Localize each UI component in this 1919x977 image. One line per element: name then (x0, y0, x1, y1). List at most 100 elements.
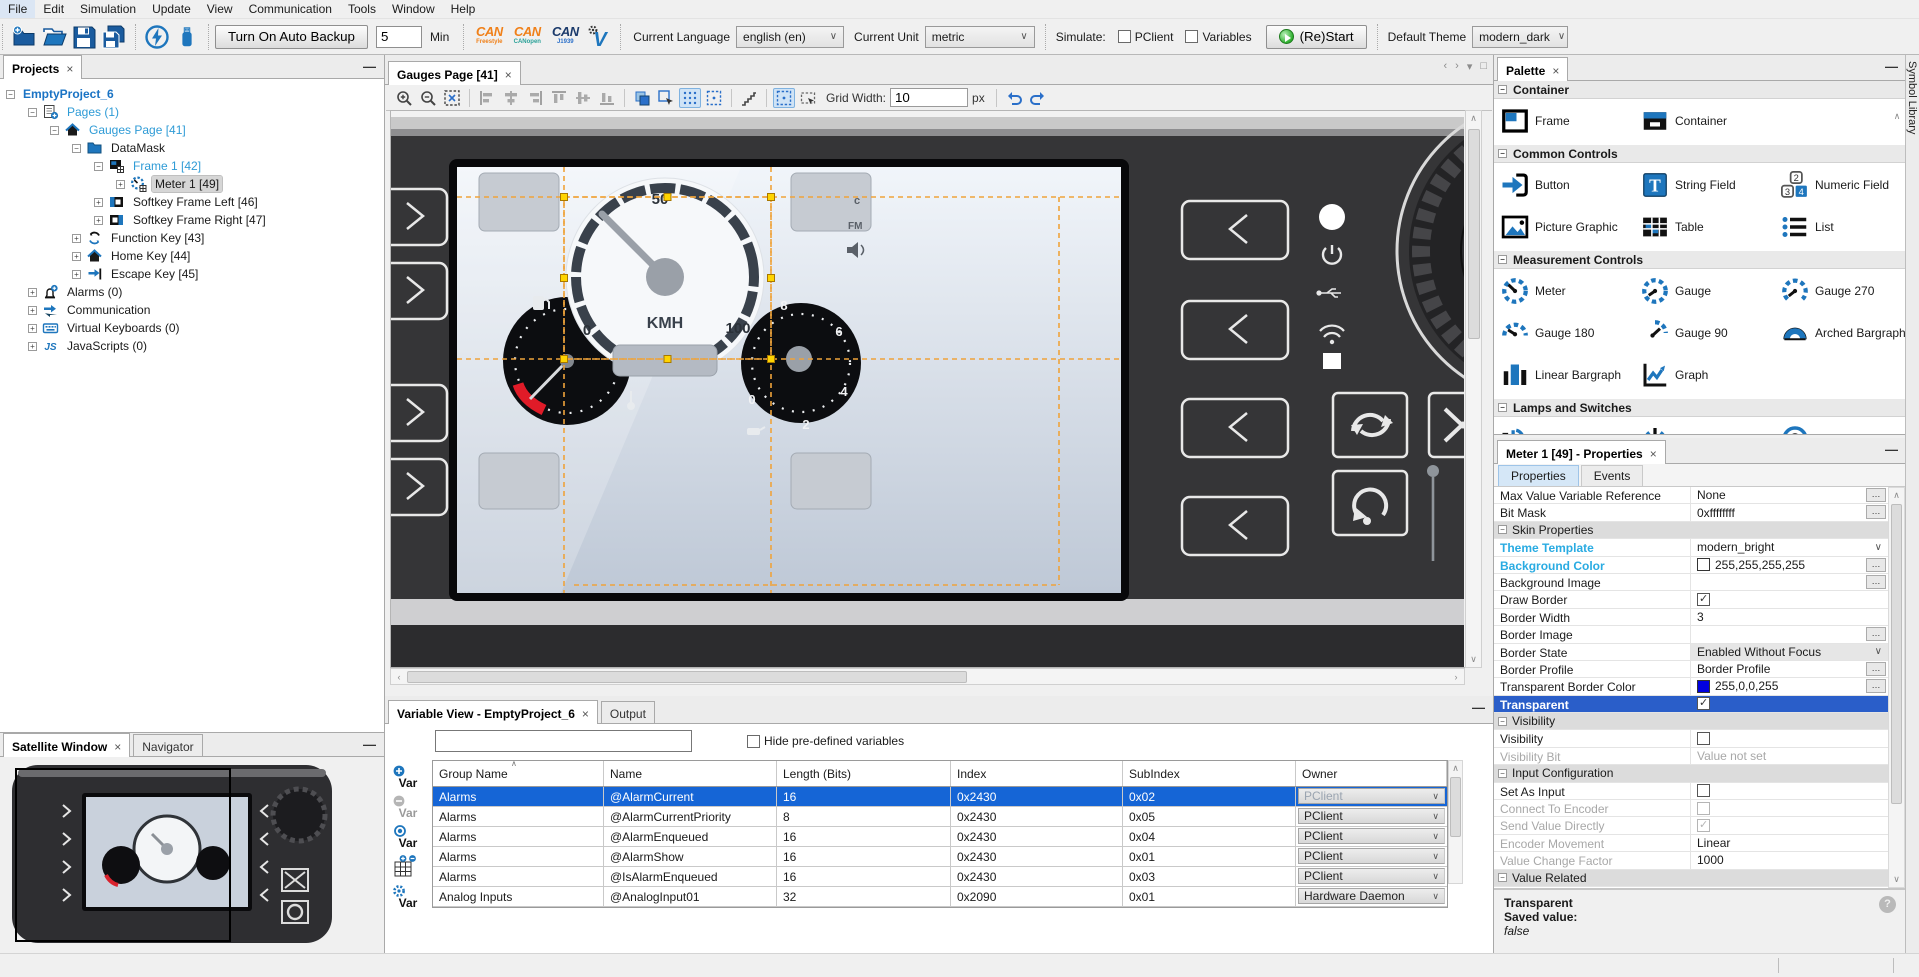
property-row[interactable]: − Set As Input … ∨ (1494, 783, 1888, 800)
menu-item[interactable]: Help (443, 0, 484, 18)
property-row[interactable]: − Connect To Encoder … ∨ (1494, 800, 1888, 817)
tree-item[interactable]: + Softkey Frame Right [47] (0, 211, 384, 229)
column-header[interactable]: Index (951, 761, 1123, 786)
property-section-header[interactable]: − Visibility (1494, 713, 1888, 729)
tree-expander-icon[interactable]: + (72, 252, 81, 261)
tree-expander-icon[interactable]: + (28, 342, 37, 351)
variable-settings-icon[interactable] (584, 23, 614, 51)
property-value[interactable]: modern_bright (1697, 540, 1774, 554)
property-checkbox[interactable] (1697, 697, 1710, 710)
tab-gauges-page[interactable]: Gauges Page [41]× (388, 61, 521, 85)
palette-section-header[interactable]: − Lamps and Switches (1494, 399, 1906, 417)
scrollbar-thumb[interactable] (1891, 504, 1902, 804)
tree-expander-icon[interactable]: + (116, 180, 125, 189)
property-value[interactable]: 1000 (1697, 853, 1724, 867)
property-checkbox[interactable] (1697, 593, 1710, 606)
tree-expander-icon[interactable]: − (6, 90, 15, 99)
palette-section-header[interactable]: − Container (1494, 81, 1906, 99)
minimize-icon[interactable]: — (363, 59, 376, 74)
save-icon[interactable] (69, 23, 99, 51)
tree-item[interactable]: − Gauges Page [41] (0, 121, 384, 139)
property-row[interactable]: − Border State Enabled Without Focus … ∨ (1494, 644, 1888, 661)
grid-frame-icon[interactable] (703, 88, 725, 108)
update-device-icon[interactable] (142, 23, 172, 51)
scroll-right-icon[interactable]: › (1448, 672, 1464, 682)
palette-item[interactable]: List (1780, 209, 1902, 245)
table-row[interactable]: Alarms @AlarmCurrent 16 0x2430 0x02 PCli… (433, 787, 1447, 807)
color-swatch[interactable] (1697, 558, 1710, 571)
tree-item[interactable]: + Escape Key [45] (0, 265, 384, 283)
minimize-icon[interactable]: — (363, 737, 376, 752)
can-protocol-icon[interactable]: CAN CANopen (508, 27, 546, 47)
palette-item[interactable]: Picture Graphic (1500, 209, 1640, 245)
property-value[interactable]: 255,255,255,255 (1715, 558, 1805, 572)
ellipsis-button[interactable]: … (1866, 575, 1886, 589)
property-checkbox[interactable] (1697, 732, 1710, 745)
property-section-header[interactable]: − Skin Properties (1494, 522, 1888, 538)
owner-dropdown[interactable]: PClient∨ (1298, 808, 1445, 824)
tree-item[interactable]: − EmptyProject_6 (0, 85, 384, 103)
tree-expander-icon[interactable]: + (28, 288, 37, 297)
tree-item[interactable]: + Communication (0, 301, 384, 319)
zoom-in-icon[interactable] (393, 88, 415, 108)
property-row[interactable]: − Input Configuration … ∨ (1494, 765, 1888, 782)
scroll-up-icon[interactable]: ∧ (1466, 113, 1481, 124)
simulate-pclient-checkbox[interactable]: PClient (1118, 30, 1174, 44)
menu-item[interactable]: View (199, 0, 241, 18)
chevron-down-icon[interactable]: ∨ (1875, 646, 1882, 657)
table-row[interactable]: Analog Inputs @AnalogInput01 32 0x2090 0… (433, 887, 1447, 907)
property-row[interactable]: − Skin Properties … ∨ (1494, 522, 1888, 539)
property-row[interactable]: − Value Related … ∨ (1494, 870, 1888, 887)
property-value[interactable]: 3 (1697, 610, 1704, 624)
property-checkbox[interactable] (1697, 802, 1710, 815)
ellipsis-button[interactable]: … (1866, 627, 1886, 641)
simulate-variables-checkbox[interactable]: Variables (1185, 30, 1251, 44)
bring-to-front-icon[interactable] (631, 88, 653, 108)
palette-item[interactable]: Push Switch (1780, 421, 1902, 435)
column-header[interactable]: Length (Bits) (777, 761, 951, 786)
remove-variable-icon[interactable] (391, 792, 431, 822)
tree-item[interactable]: − DataMask (0, 139, 384, 157)
property-checkbox[interactable] (1697, 819, 1710, 832)
align-center-icon[interactable] (500, 88, 522, 108)
align-middle-icon[interactable] (572, 88, 594, 108)
close-icon[interactable]: × (1650, 447, 1657, 461)
palette-item[interactable]: Linear Bargraph (1500, 357, 1640, 393)
scroll-up-icon[interactable]: ∧ (1889, 490, 1904, 501)
tree-expander-icon[interactable]: + (72, 270, 81, 279)
tree-item[interactable]: + Softkey Frame Left [46] (0, 193, 384, 211)
tab-meter-properties[interactable]: Meter 1 [49] - Properties× (1497, 440, 1666, 464)
palette-item[interactable]: Gauge (1640, 273, 1780, 309)
table-vertical-scrollbar[interactable]: ∧ (1448, 760, 1463, 884)
property-row[interactable]: − Visibility Bit Value not set … ∨ (1494, 748, 1888, 765)
palette-item[interactable]: Gauge 270 (1780, 273, 1906, 309)
tab-navigator[interactable]: Navigator (133, 734, 202, 756)
tree-item[interactable]: + Alarms (0) (0, 283, 384, 301)
table-row[interactable]: Alarms @AlarmCurrentPriority 8 0x2430 0x… (433, 807, 1447, 827)
ellipsis-button[interactable]: … (1866, 505, 1886, 519)
owner-dropdown[interactable]: PClient∨ (1298, 828, 1445, 844)
minimize-icon[interactable]: — (1885, 442, 1898, 457)
menu-item[interactable]: File (0, 0, 35, 18)
redo-icon[interactable] (1027, 88, 1049, 108)
property-row[interactable]: − Visibility … ∨ (1494, 713, 1888, 730)
edit-variable-table-icon[interactable] (391, 852, 431, 882)
satellite-preview[interactable] (0, 757, 384, 953)
collapse-icon[interactable]: − (1498, 85, 1507, 94)
property-row[interactable]: − Transparent … ∨ (1494, 696, 1888, 713)
usb-icon[interactable] (172, 23, 202, 51)
scroll-down-icon[interactable]: ∨ (1889, 874, 1904, 885)
tab-scroll-left-icon[interactable]: ‹ (1443, 60, 1447, 73)
table-row[interactable]: Alarms @AlarmShow 16 0x2430 0x01 PClient… (433, 847, 1447, 867)
maximize-icon[interactable]: □ (1480, 60, 1487, 73)
menu-item[interactable]: Edit (35, 0, 72, 18)
unit-select[interactable]: metric∨ (925, 26, 1035, 48)
ellipsis-button[interactable]: … (1866, 488, 1886, 502)
property-row[interactable]: − Theme Template modern_bright … ∨ (1494, 539, 1888, 556)
tree-expander-icon[interactable]: + (94, 198, 103, 207)
chevron-down-icon[interactable]: ∨ (1875, 542, 1882, 553)
property-value[interactable]: Value not set (1697, 749, 1766, 763)
scroll-left-icon[interactable]: ‹ (391, 672, 407, 682)
property-value[interactable]: None (1697, 488, 1726, 502)
tab-satellite-window[interactable]: Satellite Window× (3, 733, 130, 757)
